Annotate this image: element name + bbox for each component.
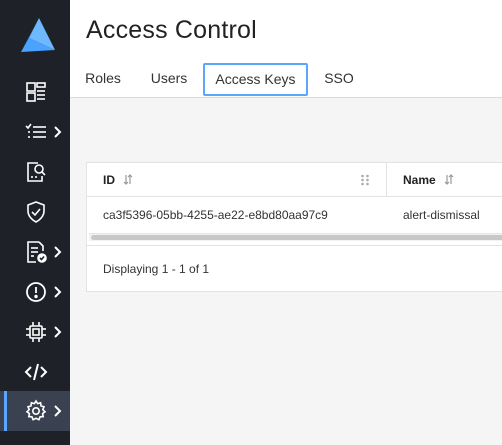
sort-icon[interactable] <box>123 174 133 185</box>
tab-access-keys[interactable]: Access Keys <box>203 63 308 96</box>
column-header-name-label: Name <box>403 173 436 187</box>
task-list-icon <box>25 123 46 138</box>
document-check-icon <box>27 241 47 263</box>
table-header: ID Name <box>87 163 502 197</box>
active-indicator <box>4 391 7 431</box>
code-icon <box>24 363 48 381</box>
chevron-right-icon <box>54 286 62 298</box>
cell-id: ca3f5396-05bb-4255-ae22-e8bd80aa97c9 <box>103 208 328 222</box>
pagination-summary: Displaying 1 - 1 of 1 <box>103 262 210 276</box>
drag-handle-icon[interactable] <box>360 174 370 186</box>
tab-sso[interactable]: SSO <box>322 63 356 96</box>
chevron-right-icon <box>54 126 62 138</box>
sidebar-item-alerts[interactable] <box>0 272 70 312</box>
column-header-id-label: ID <box>103 173 115 187</box>
dashboard-icon <box>26 82 46 102</box>
gear-icon <box>25 399 47 421</box>
table-footer: Displaying 1 - 1 of 1 <box>87 245 502 293</box>
chevron-right-icon <box>54 246 62 258</box>
shield-check-icon <box>27 201 45 223</box>
sort-icon[interactable] <box>444 174 454 185</box>
chevron-right-icon <box>54 405 62 417</box>
sidebar <box>0 0 70 445</box>
chip-icon <box>26 322 46 342</box>
sidebar-item-dashboard[interactable] <box>0 72 70 112</box>
search-report-icon <box>27 162 46 182</box>
chevron-right-icon <box>54 326 62 338</box>
sidebar-item-tasks[interactable] <box>0 112 70 152</box>
tab-roles[interactable]: Roles <box>82 63 124 96</box>
cell-name: alert-dismissal <box>403 208 480 222</box>
scrollbar-thumb[interactable] <box>91 235 502 240</box>
sidebar-item-code[interactable] <box>0 352 70 392</box>
logo-icon <box>21 18 55 52</box>
access-keys-table: ID Name ca3f5396-05bb-4255-ae22-e8bd80aa… <box>86 162 502 292</box>
column-divider <box>386 163 387 197</box>
tab-users[interactable]: Users <box>146 63 192 96</box>
column-header-name[interactable]: Name <box>403 163 454 197</box>
page-header: Access Control Roles Users Access Keys S… <box>70 0 502 98</box>
sidebar-item-compliance[interactable] <box>0 192 70 232</box>
sidebar-item-compute[interactable] <box>0 312 70 352</box>
table-row[interactable]: ca3f5396-05bb-4255-ae22-e8bd80aa97c9 ale… <box>87 197 502 233</box>
page-title: Access Control <box>86 16 257 44</box>
sidebar-item-reports[interactable] <box>0 232 70 272</box>
sidebar-item-settings[interactable] <box>0 391 70 431</box>
horizontal-scrollbar[interactable] <box>89 233 502 241</box>
main-content: Access Control Roles Users Access Keys S… <box>70 0 502 445</box>
column-header-id[interactable]: ID <box>103 163 133 197</box>
alert-circle-icon <box>26 282 46 302</box>
sidebar-item-investigate[interactable] <box>0 152 70 192</box>
